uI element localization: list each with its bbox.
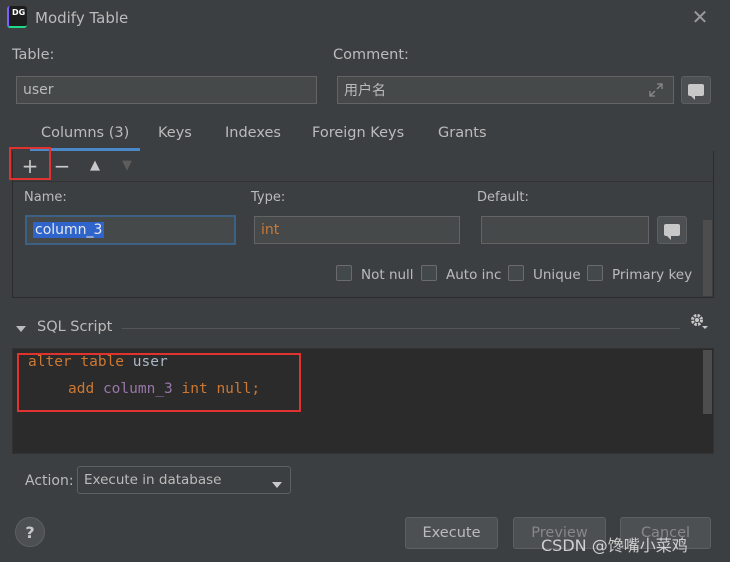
gear-icon[interactable] (688, 311, 710, 333)
tab-grants[interactable]: Grants (438, 125, 487, 141)
collapse-triangle-icon[interactable] (15, 322, 27, 332)
not-null-label: Not null (361, 267, 414, 283)
table-label: Table: (12, 47, 55, 63)
add-highlight-box (9, 147, 51, 180)
tab-keys[interactable]: Keys (158, 125, 192, 141)
panel-scrollbar[interactable] (703, 220, 712, 296)
tab-foreign-keys[interactable]: Foreign Keys (312, 125, 404, 141)
tab-columns[interactable]: Columns (3) (41, 125, 129, 141)
comment-label: Comment: (333, 47, 409, 63)
action-select[interactable]: Execute in database (77, 466, 291, 494)
comment-edit-button[interactable] (681, 76, 711, 104)
default-field[interactable] (481, 216, 649, 244)
table-name-field[interactable]: user (16, 76, 317, 104)
type-label: Type: (251, 190, 286, 205)
auto-inc-label: Auto inc (446, 267, 502, 283)
action-selected-value: Execute in database (84, 472, 222, 488)
remove-icon[interactable]: − (51, 155, 73, 177)
column-name-value: column_3 (33, 222, 105, 238)
move-down-icon[interactable]: ▼ (116, 155, 138, 177)
window-title: Modify Table (35, 9, 129, 27)
toolbar-divider (12, 181, 714, 182)
help-icon[interactable]: ? (15, 517, 45, 547)
not-null-checkbox[interactable] (336, 265, 352, 281)
app-logo-icon: DG (7, 6, 27, 28)
comment-field[interactable]: 用户名 (337, 76, 674, 104)
type-field[interactable]: int (254, 216, 460, 244)
auto-inc-checkbox[interactable] (421, 265, 437, 281)
execute-button[interactable]: Execute (405, 517, 498, 549)
sql-highlight-box (17, 353, 301, 412)
tab-indexes[interactable]: Indexes (225, 125, 281, 141)
comment-value: 用户名 (344, 83, 386, 99)
unique-checkbox[interactable] (508, 265, 524, 281)
sql-section-divider (122, 328, 680, 329)
comment-bubble-icon (664, 224, 680, 240)
comment-bubble-icon (688, 84, 704, 100)
dropdown-arrow-icon (271, 477, 283, 488)
column-comment-button[interactable] (657, 216, 687, 244)
action-label: Action: (25, 473, 74, 489)
sql-scrollbar[interactable] (703, 350, 712, 414)
watermark-text: CSDN @馋嘴小菜鸡 (541, 536, 688, 555)
column-name-field[interactable]: column_3 (25, 215, 236, 245)
move-up-icon[interactable]: ▲ (84, 155, 106, 177)
default-label: Default: (477, 190, 529, 205)
expand-icon[interactable] (648, 82, 664, 98)
primary-key-checkbox[interactable] (587, 265, 603, 281)
close-icon[interactable]: ✕ (688, 5, 712, 29)
column-name-label: Name: (24, 190, 67, 205)
unique-label: Unique (533, 267, 581, 283)
sql-script-title: SQL Script (37, 319, 113, 335)
primary-key-label: Primary key (612, 267, 693, 283)
